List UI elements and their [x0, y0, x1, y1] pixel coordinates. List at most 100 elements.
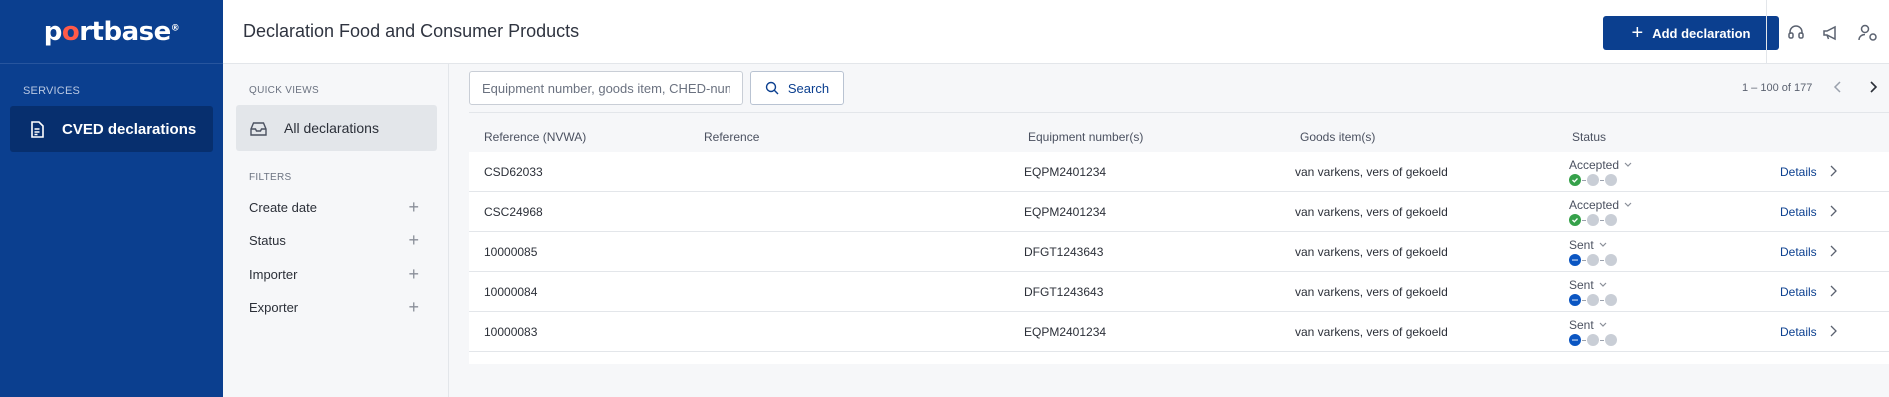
chevron-right-icon[interactable] — [1829, 165, 1837, 177]
expand-plus-icon: + — [408, 197, 419, 217]
user-settings-icon[interactable] — [1857, 22, 1879, 44]
status-text: Accepted — [1569, 158, 1620, 172]
add-declaration-label: Add declaration — [1652, 25, 1751, 41]
status-cell[interactable]: Sent — [1569, 278, 1617, 306]
step-connector — [1582, 299, 1586, 301]
pending-step-icon — [1587, 294, 1599, 306]
details-link[interactable]: Details — [1780, 245, 1817, 259]
chevron-down-icon — [1599, 242, 1607, 248]
details-link[interactable]: Details — [1780, 325, 1817, 339]
goods-cell: van varkens, vers of gekoeld — [1295, 165, 1448, 179]
pending-step-icon — [1605, 334, 1617, 346]
nav-item-label: CVED declarations — [62, 120, 197, 138]
quick-views-label: QUICK VIEWS — [249, 85, 319, 96]
quick-view-all-declarations[interactable]: All declarations — [236, 105, 437, 151]
goods-cell: van varkens, vers of gekoeld — [1295, 245, 1448, 259]
details-link[interactable]: Details — [1780, 285, 1817, 299]
top-bar: Declaration Food and Consumer Products +… — [223, 0, 1889, 64]
declarations-table: Reference (NVWA) Reference Equipment num… — [469, 112, 1889, 364]
pending-step-icon — [1605, 174, 1617, 186]
filter-label: Exporter — [249, 299, 299, 315]
status-cell[interactable]: Accepted — [1569, 198, 1632, 226]
status-label: Sent — [1569, 318, 1617, 332]
in-progress-icon — [1569, 254, 1581, 266]
chevron-right-icon[interactable] — [1829, 205, 1837, 217]
chevron-down-icon — [1624, 202, 1632, 208]
step-connector — [1582, 259, 1586, 261]
add-declaration-button[interactable]: + Add declaration — [1603, 16, 1779, 50]
status-label: Accepted — [1569, 198, 1632, 212]
table-row[interactable]: 10000085 DFGT1243643 van varkens, vers o… — [469, 232, 1889, 272]
status-progress — [1569, 334, 1617, 346]
step-connector — [1600, 219, 1604, 221]
pagination-range: 1 – 100 of 177 — [1742, 82, 1813, 94]
check-circle-icon — [1569, 174, 1581, 186]
table-row[interactable]: 10000084 DFGT1243643 van varkens, vers o… — [469, 272, 1889, 312]
status-progress — [1569, 294, 1617, 306]
chevron-right-icon[interactable] — [1829, 285, 1837, 297]
headset-icon[interactable] — [1785, 22, 1807, 44]
expand-plus-icon: + — [408, 264, 419, 284]
quick-view-label: All declarations — [284, 120, 379, 136]
megaphone-icon[interactable] — [1820, 22, 1842, 44]
column-reference[interactable]: Reference — [704, 130, 759, 144]
filter-exporter[interactable]: Exporter + — [249, 298, 419, 316]
status-label: Accepted — [1569, 158, 1632, 172]
goods-cell: van varkens, vers of gekoeld — [1295, 325, 1448, 339]
equipment-cell: DFGT1243643 — [1024, 245, 1104, 259]
column-goods-items[interactable]: Goods item(s) — [1300, 130, 1375, 144]
pending-step-icon — [1605, 254, 1617, 266]
table-row[interactable]: CSD62033 EQPM2401234 van varkens, vers o… — [469, 152, 1889, 192]
plus-icon: + — [1631, 22, 1644, 44]
equipment-cell: EQPM2401234 — [1024, 205, 1107, 219]
column-equipment-numbers[interactable]: Equipment number(s) — [1028, 130, 1143, 144]
filter-status[interactable]: Status + — [249, 231, 419, 249]
step-connector — [1600, 299, 1604, 301]
status-cell[interactable]: Sent — [1569, 238, 1617, 266]
status-text: Sent — [1569, 278, 1594, 292]
next-page-icon[interactable] — [1864, 78, 1882, 96]
nav-item-cved-declarations[interactable]: CVED declarations — [10, 106, 213, 152]
status-cell[interactable]: Sent — [1569, 318, 1617, 346]
chevron-right-icon[interactable] — [1829, 245, 1837, 257]
brand-header: portbase® — [0, 0, 223, 64]
details-link[interactable]: Details — [1780, 205, 1817, 219]
chevron-down-icon — [1599, 282, 1607, 288]
table-row[interactable]: 10000083 EQPM2401234 van varkens, vers o… — [469, 312, 1889, 352]
details-link[interactable]: Details — [1780, 165, 1817, 179]
document-icon — [30, 120, 44, 138]
search-input[interactable] — [469, 71, 743, 105]
filter-label: Create date — [249, 199, 317, 215]
column-reference-nvwa[interactable]: Reference (NVWA) — [484, 130, 586, 144]
nav-section-label: SERVICES — [23, 85, 81, 97]
filter-importer[interactable]: Importer + — [249, 265, 419, 283]
filter-label: Importer — [249, 266, 298, 282]
search-button[interactable]: Search — [750, 71, 844, 105]
search-button-label: Search — [787, 80, 830, 96]
equipment-cell: EQPM2401234 — [1024, 165, 1107, 179]
expand-plus-icon: + — [408, 297, 419, 317]
top-bar-divider — [1766, 0, 1767, 64]
reference-nvwa-cell: CSC24968 — [484, 205, 543, 219]
pending-step-icon — [1605, 214, 1617, 226]
pending-step-icon — [1587, 174, 1599, 186]
portbase-logo[interactable]: portbase® — [44, 17, 180, 47]
column-status[interactable]: Status — [1572, 130, 1606, 144]
previous-page-icon[interactable] — [1829, 78, 1847, 96]
step-connector — [1600, 179, 1604, 181]
status-progress — [1569, 174, 1632, 186]
reference-nvwa-cell: CSD62033 — [484, 165, 543, 179]
filter-create-date[interactable]: Create date + — [249, 198, 419, 216]
page-title: Declaration Food and Consumer Products — [243, 21, 580, 41]
pending-step-icon — [1587, 214, 1599, 226]
reference-nvwa-cell: 10000083 — [484, 325, 538, 339]
status-cell[interactable]: Accepted — [1569, 158, 1632, 186]
search-icon — [765, 81, 779, 95]
status-label: Sent — [1569, 238, 1617, 252]
status-text: Sent — [1569, 318, 1594, 332]
in-progress-icon — [1569, 334, 1581, 346]
table-row-partial — [469, 352, 1889, 364]
chevron-right-icon[interactable] — [1829, 325, 1837, 337]
table-row[interactable]: CSC24968 EQPM2401234 van varkens, vers o… — [469, 192, 1889, 232]
chevron-down-icon — [1599, 322, 1607, 328]
